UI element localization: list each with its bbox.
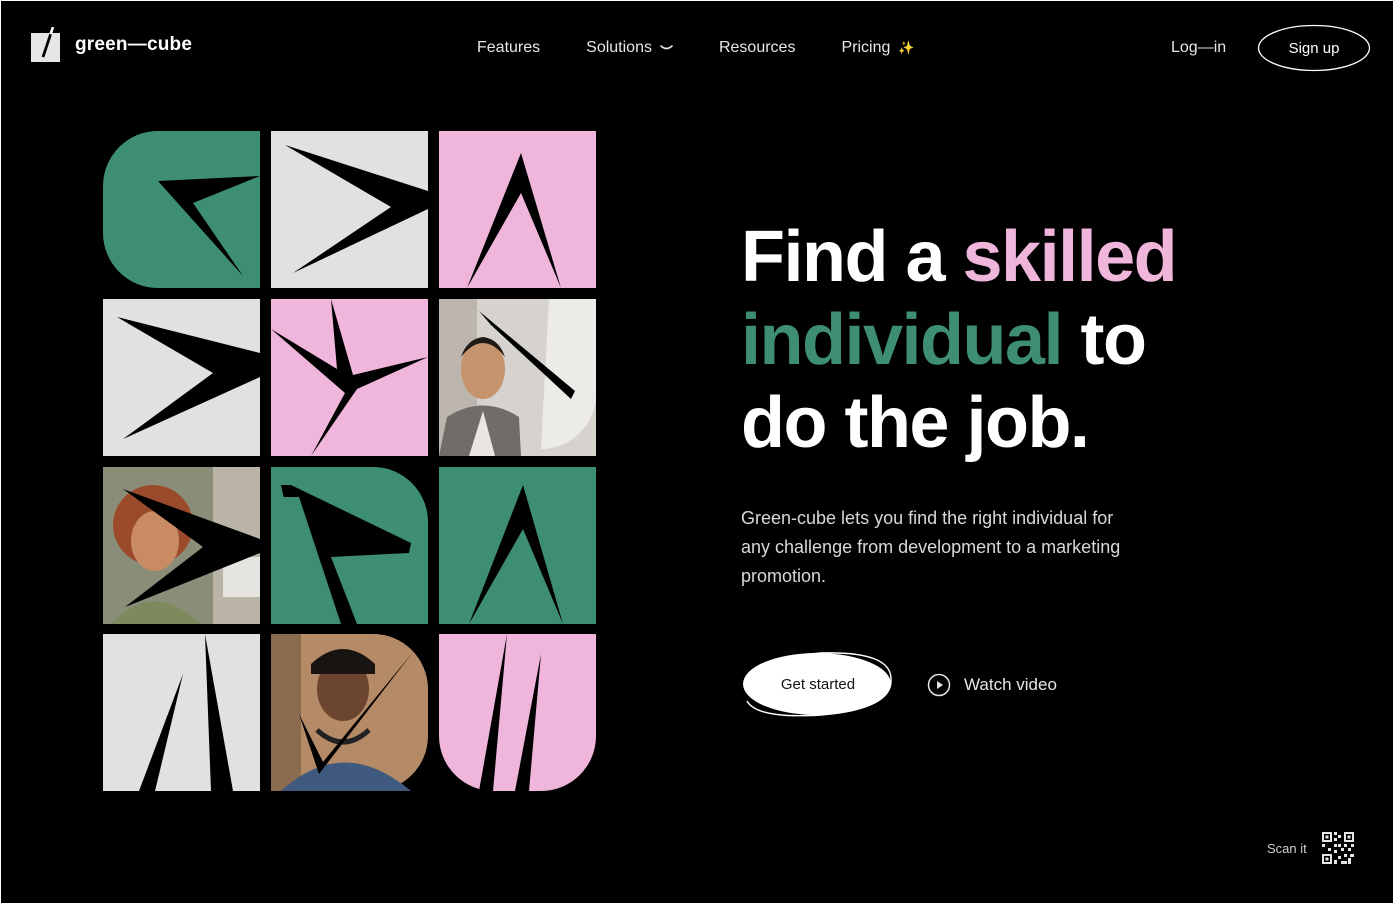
brand-logo[interactable]: green—cube (31, 27, 192, 62)
watch-video-link[interactable]: Watch video (927, 673, 1057, 697)
tile-g-green (103, 131, 260, 288)
tile-photo-young-man (271, 634, 428, 791)
signup-button[interactable]: Sign up (1257, 24, 1371, 72)
hero-headline: Find a skilled individual to do the job. (741, 216, 1178, 465)
nav-pricing[interactable]: Pricing ✨ (841, 39, 914, 57)
nav-solutions-label: Solutions (586, 39, 652, 56)
play-circle-icon (927, 673, 951, 697)
headline-part1: Find a (741, 217, 963, 297)
tile-a-green (439, 467, 596, 624)
get-started-button[interactable]: Get started (741, 649, 895, 719)
scan-qr[interactable]: Scan it (1267, 832, 1354, 864)
watch-video-label: Watch video (964, 675, 1057, 694)
get-started-label: Get started (780, 675, 856, 693)
nav-solutions[interactable]: Solutions (586, 39, 673, 57)
brand-name: green—cube (75, 33, 193, 55)
headline-skilled: skilled (962, 217, 1178, 297)
signup-label: Sign up (1288, 39, 1340, 57)
tile-photo-man (439, 299, 596, 456)
headline-part5: do the job. (741, 383, 1090, 463)
tile-n-grey (103, 634, 260, 791)
chevron-down-icon (660, 45, 673, 50)
tile-arrow-grey-2 (103, 299, 260, 456)
headline-to: to (1062, 300, 1147, 380)
main-nav: Features Solutions Resources Pricing ✨ (477, 39, 915, 57)
landing-page: green—cube Features Solutions Resources … (1, 1, 1393, 903)
nav-pricing-label: Pricing (841, 39, 891, 56)
nav-resources[interactable]: Resources (719, 39, 795, 57)
headline-individual: individual (741, 300, 1064, 380)
slash-square-logo-icon (31, 27, 60, 62)
letter-tile-grid (103, 131, 597, 791)
hero-description: Green-cube lets you find the right indiv… (741, 508, 1121, 586)
tile-r-green (271, 467, 428, 624)
qr-code-icon (1321, 832, 1354, 864)
sparkle-icon: ✨ (898, 40, 915, 55)
tile-arrow-grey (271, 131, 428, 288)
login-link[interactable]: Log—in (1171, 39, 1226, 57)
nav-features[interactable]: Features (477, 39, 540, 57)
tile-w-pink (439, 634, 596, 791)
tile-a-pink (439, 131, 596, 288)
tile-k-pink (271, 299, 428, 456)
nav-resources-label: Resources (718, 39, 796, 56)
tile-photo-woman (103, 467, 260, 624)
scan-label: Scan it (1267, 840, 1307, 856)
nav-features-label: Features (477, 39, 541, 56)
